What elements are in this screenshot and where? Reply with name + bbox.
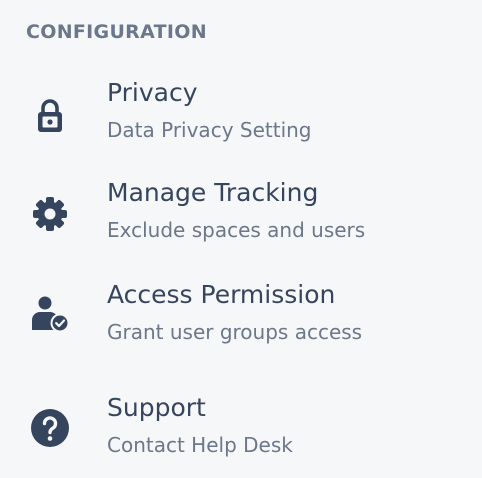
user-check-icon	[30, 293, 70, 333]
menu-item-description: Contact Help Desk	[107, 433, 293, 457]
section-title: CONFIGURATION	[26, 21, 207, 43]
menu-item-description: Grant user groups access	[107, 320, 363, 344]
menu-item-label: Manage Tracking	[107, 178, 319, 207]
menu-item-label: Support	[107, 393, 206, 422]
menu-item-description: Exclude spaces and users	[107, 218, 366, 242]
gear-icon	[30, 194, 70, 234]
configuration-panel: CONFIGURATION Privacy Data Privacy Setti…	[0, 0, 482, 478]
menu-item-privacy[interactable]: Privacy Data Privacy Setting	[0, 78, 482, 158]
question-circle-icon	[30, 408, 70, 448]
menu-item-description: Data Privacy Setting	[107, 118, 312, 142]
menu-item-support[interactable]: Support Contact Help Desk	[0, 393, 482, 473]
lock-icon	[30, 96, 70, 136]
menu-item-label: Access Permission	[107, 280, 336, 309]
menu-item-access-permission[interactable]: Access Permission Grant user groups acce…	[0, 280, 482, 360]
menu-item-manage-tracking[interactable]: Manage Tracking Exclude spaces and users	[0, 178, 482, 258]
menu-item-label: Privacy	[107, 78, 198, 107]
